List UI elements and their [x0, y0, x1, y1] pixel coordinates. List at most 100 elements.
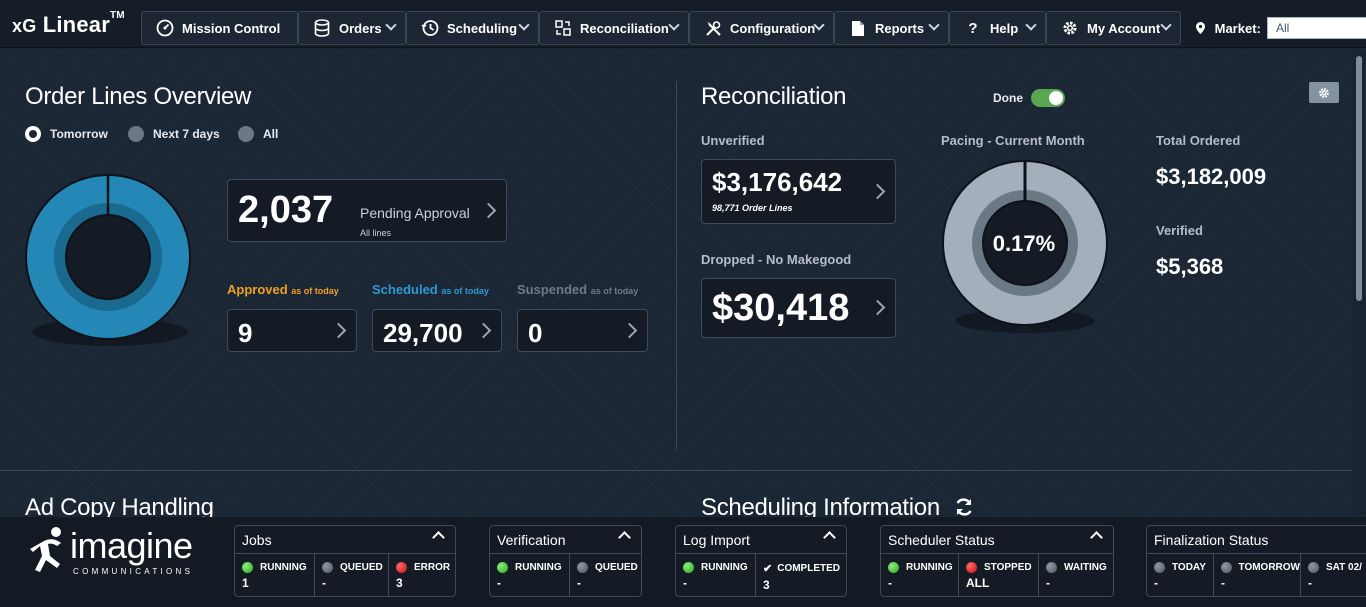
market-select[interactable]: All [1267, 17, 1366, 39]
order-lines-title: Order Lines Overview [25, 83, 252, 110]
divider [0, 470, 1352, 471]
filter-radio-next-7-days[interactable]: Next 7 days [128, 126, 220, 142]
led-red-icon [966, 562, 977, 573]
checkmark-icon: ✔ [763, 563, 773, 575]
tools-icon [702, 20, 724, 37]
status-value: ALL [966, 576, 990, 590]
chevron-down-icon [928, 19, 940, 31]
approved-label: Approved as of today [227, 282, 339, 297]
verification-panel: Verification RUNNING - QUEUED - [489, 525, 642, 597]
nav-reports[interactable]: Reports [834, 11, 949, 45]
panel-title: Scheduler Status [888, 532, 995, 548]
unverified-card[interactable]: $3,176,642 98,771 Order Lines [701, 159, 896, 224]
collapse-caret-icon[interactable] [432, 531, 445, 544]
app-logo[interactable]: xG LinearTM [12, 10, 125, 38]
toggle-switch[interactable] [1031, 89, 1065, 107]
status-value: - [1221, 576, 1225, 590]
scheduled-label: Scheduled as of today [372, 282, 489, 297]
status-cell[interactable]: RUNNING - [676, 554, 756, 596]
radio-label: Tomorrow [50, 127, 108, 141]
done-toggle[interactable]: Done [993, 89, 1065, 107]
filter-radio-tomorrow[interactable]: Tomorrow [25, 126, 108, 142]
status-value: - [322, 576, 326, 590]
radio-label: All [263, 127, 279, 141]
led-grey-icon [1154, 562, 1165, 573]
logo-word: imagine [70, 525, 193, 566]
collapse-caret-icon[interactable] [618, 531, 631, 544]
nav-label: My Account [1087, 20, 1161, 36]
led-green-icon [888, 562, 899, 573]
nav-orders[interactable]: Orders [298, 11, 406, 45]
unverified-amount: $3,176,642 [712, 167, 843, 197]
suspended-label: Suspended as of today [517, 282, 639, 297]
database-icon [311, 19, 333, 37]
status-cell[interactable]: QUEUED - [570, 554, 641, 596]
gear-icon [1059, 20, 1081, 36]
status-value: - [1046, 576, 1050, 590]
nav-configuration[interactable]: Configuration [689, 11, 834, 45]
status-cell[interactable]: TOMORROW - [1214, 554, 1301, 596]
collapse-caret-icon[interactable] [1090, 531, 1103, 544]
log-import-panel: Log Import RUNNING - ✔ COMPLETED 3 [675, 525, 847, 597]
unverified-sublabel: 98,771 Order Lines [712, 203, 793, 213]
status-cell[interactable]: ✔ COMPLETED 3 [756, 554, 846, 596]
suspended-count: 0 [528, 318, 543, 348]
done-label: Done [993, 91, 1023, 105]
scrollbar-thumb[interactable] [1356, 56, 1362, 301]
nav-scheduling[interactable]: Scheduling [406, 11, 539, 45]
status-cell[interactable]: STOPPED ALL [959, 554, 1039, 596]
reconcile-icon [552, 20, 574, 36]
refresh-icon[interactable] [954, 497, 974, 517]
scheduled-card[interactable]: 29,700 [372, 309, 502, 352]
document-icon [847, 20, 869, 37]
chevron-down-icon [668, 19, 680, 31]
gear-icon [1319, 87, 1329, 98]
panel-title: Jobs [242, 532, 272, 548]
status-cell[interactable]: TODAY - [1147, 554, 1214, 596]
filter-radio-all[interactable]: All [238, 126, 278, 142]
pending-approval-label: Pending Approval [360, 205, 470, 221]
suspended-card[interactable]: 0 [517, 309, 648, 352]
scheduler-status-panel: Scheduler Status RUNNING - STOPPED ALL W… [880, 525, 1114, 597]
nav-reconciliation[interactable]: Reconciliation [539, 11, 689, 45]
settings-button[interactable] [1309, 82, 1339, 103]
radio-icon [128, 126, 144, 142]
status-value: - [888, 576, 892, 590]
chevron-right-icon [869, 299, 886, 316]
pending-approval-card[interactable]: 2,037 Pending Approval All lines [227, 179, 507, 242]
dropped-card[interactable]: $30,418 [701, 278, 896, 338]
panel-title: Finalization Status [1154, 532, 1269, 548]
led-grey-icon [1221, 562, 1232, 573]
chevron-down-icon [1025, 19, 1037, 31]
total-ordered-value: $3,182,009 [1156, 164, 1267, 189]
status-cell[interactable]: RUNNING 1 [235, 554, 315, 596]
verified-value: $5,368 [1156, 254, 1224, 279]
status-cell[interactable]: QUEUED - [315, 554, 389, 596]
led-green-icon [683, 562, 694, 573]
nav-help[interactable]: ? Help [949, 11, 1046, 45]
approved-count: 9 [238, 318, 253, 348]
dropped-label: Dropped - No Makegood [701, 252, 852, 267]
status-cell[interactable]: SAT 02/ - [1301, 554, 1366, 596]
status-cell[interactable]: ERROR 3 [389, 554, 455, 596]
nav-mission-control[interactable]: Mission Control [141, 11, 298, 45]
status-cell[interactable]: WAITING - [1039, 554, 1113, 596]
led-red-icon [396, 562, 407, 573]
pacing-label: Pacing - Current Month [941, 133, 1085, 148]
map-pin-icon [1196, 21, 1209, 36]
status-value: 3 [763, 578, 770, 592]
market-label: Market: [1196, 21, 1261, 36]
status-cell[interactable]: RUNNING - [881, 554, 959, 596]
finalization-status-panel: Finalization Status TODAY - TOMORROW - S… [1146, 525, 1366, 597]
collapse-caret-icon[interactable] [823, 531, 836, 544]
pending-approval-count: 2,037 [238, 189, 334, 231]
nav-my-account[interactable]: My Account [1046, 11, 1181, 45]
status-cell[interactable]: RUNNING - [490, 554, 570, 596]
brand-name: Linear [42, 12, 110, 37]
chevron-right-icon [480, 202, 497, 218]
chevron-right-icon [869, 183, 886, 199]
chevron-down-icon [1160, 19, 1172, 31]
panel-title: Verification [497, 532, 566, 548]
donut-hole [65, 214, 151, 300]
approved-card[interactable]: 9 [227, 309, 357, 352]
